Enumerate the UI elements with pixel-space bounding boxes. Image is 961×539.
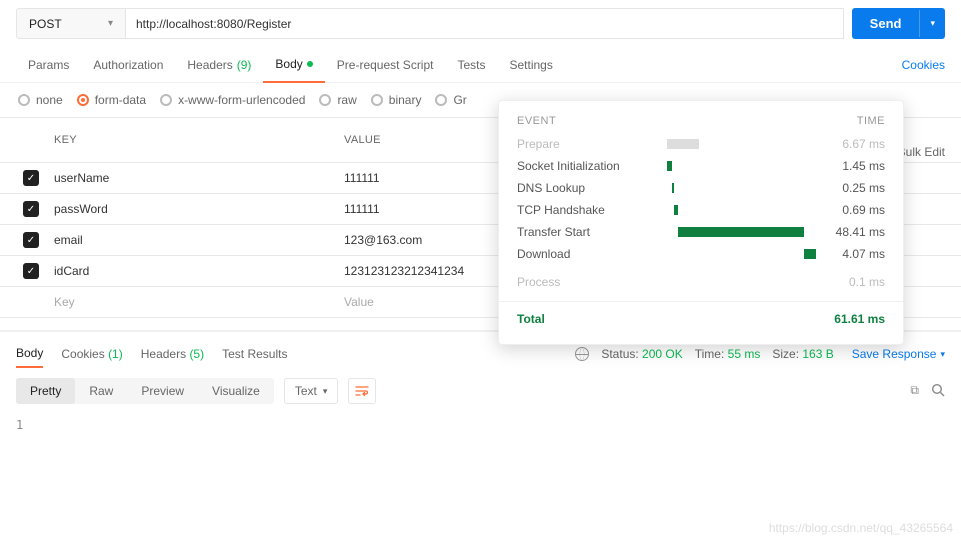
chevron-down-icon: ▾ xyxy=(108,18,113,29)
body-type-none[interactable]: none xyxy=(18,93,63,107)
event-name: DNS Lookup xyxy=(517,181,667,195)
tab-headers[interactable]: Headers (9) xyxy=(175,48,263,82)
chevron-down-icon: ▾ xyxy=(323,386,328,397)
line-number: 1 xyxy=(16,418,23,432)
url-input[interactable] xyxy=(126,8,844,39)
timing-row: Transfer Start 48.41 ms xyxy=(499,221,903,243)
event-name: Transfer Start xyxy=(517,225,667,239)
timing-row: TCP Handshake 0.69 ms xyxy=(499,199,903,221)
radio-selected-icon xyxy=(77,94,89,106)
event-time: 1.45 ms xyxy=(823,159,885,173)
tab-prerequest[interactable]: Pre-request Script xyxy=(325,48,446,82)
status-label: Status: 200 OK xyxy=(601,347,682,361)
dot-icon xyxy=(307,61,313,67)
response-tab-headers[interactable]: Headers (5) xyxy=(141,341,204,367)
key-input[interactable] xyxy=(54,264,332,278)
key-input[interactable] xyxy=(54,171,332,185)
timing-popover: EVENT TIME Prepare 6.67 ms Socket Initiali… xyxy=(498,100,904,345)
search-icon[interactable] xyxy=(931,383,945,400)
timing-row: Prepare 6.67 ms xyxy=(499,133,903,155)
copy-icon[interactable]: ⧉ xyxy=(910,383,919,400)
send-label: Send xyxy=(852,8,920,39)
event-time: 0.25 ms xyxy=(823,181,885,195)
checkbox[interactable]: ✓ xyxy=(23,263,39,279)
format-select[interactable]: Text ▾ xyxy=(284,378,339,404)
timing-row: Download 4.07 ms xyxy=(499,243,903,265)
event-name: Download xyxy=(517,247,667,261)
timing-row: Socket Initialization 1.45 ms xyxy=(499,155,903,177)
radio-icon xyxy=(160,94,172,106)
event-time: 6.67 ms xyxy=(823,137,885,151)
body-type-raw[interactable]: raw xyxy=(319,93,356,107)
event-time: 0.1 ms xyxy=(823,275,885,289)
body-type-xwww[interactable]: x-www-form-urlencoded xyxy=(160,93,305,107)
event-name: Prepare xyxy=(517,137,667,151)
key-input[interactable] xyxy=(54,295,332,309)
body-type-binary[interactable]: binary xyxy=(371,93,422,107)
total-value: 61.61 ms xyxy=(823,312,885,326)
timing-row: Process 0.1 ms xyxy=(499,271,903,293)
response-body[interactable]: 1 xyxy=(0,414,961,436)
view-raw[interactable]: Raw xyxy=(75,378,127,404)
key-header: KEY xyxy=(48,126,338,154)
cookies-link[interactable]: Cookies xyxy=(902,48,945,82)
wrap-lines-button[interactable] xyxy=(348,378,376,404)
checkbox[interactable]: ✓ xyxy=(23,170,39,186)
time-header: TIME xyxy=(857,115,885,127)
chevron-down-icon[interactable]: ▾ xyxy=(919,10,945,37)
globe-icon[interactable] xyxy=(575,347,589,361)
response-tab-body[interactable]: Body xyxy=(16,340,43,368)
event-header: EVENT xyxy=(517,115,556,127)
view-preview[interactable]: Preview xyxy=(127,378,198,404)
bulk-edit-link[interactable]: Bulk Edit xyxy=(898,145,945,159)
view-pretty[interactable]: Pretty xyxy=(16,378,75,404)
radio-icon xyxy=(435,94,447,106)
size-label[interactable]: Size: 163 B xyxy=(772,347,833,361)
key-input[interactable] xyxy=(54,233,332,247)
response-tab-tests[interactable]: Test Results xyxy=(222,341,287,367)
checkbox[interactable]: ✓ xyxy=(23,201,39,217)
event-time: 48.41 ms xyxy=(823,225,885,239)
chevron-down-icon: ▾ xyxy=(940,349,945,360)
body-type-formdata[interactable]: form-data xyxy=(77,93,146,107)
time-label[interactable]: Time: 55 ms xyxy=(695,347,761,361)
radio-icon xyxy=(18,94,30,106)
event-time: 4.07 ms xyxy=(823,247,885,261)
radio-icon xyxy=(371,94,383,106)
timing-row: DNS Lookup 0.25 ms xyxy=(499,177,903,199)
tab-settings[interactable]: Settings xyxy=(498,48,565,82)
total-label: Total xyxy=(517,312,667,326)
watermark: https://blog.csdn.net/qq_43265564 xyxy=(769,521,953,535)
body-type-graphql[interactable]: Gr xyxy=(435,93,466,107)
http-method-select[interactable]: POST ▾ xyxy=(16,8,126,39)
view-visualize[interactable]: Visualize xyxy=(198,378,274,404)
tab-params[interactable]: Params xyxy=(16,48,81,82)
response-tab-cookies[interactable]: Cookies (1) xyxy=(61,341,122,367)
checkbox[interactable]: ✓ xyxy=(23,232,39,248)
event-name: Socket Initialization xyxy=(517,159,667,173)
tab-body[interactable]: Body xyxy=(263,47,324,83)
tab-authorization[interactable]: Authorization xyxy=(81,48,175,82)
event-time: 0.69 ms xyxy=(823,203,885,217)
event-name: Process xyxy=(517,275,667,289)
send-button[interactable]: Send ▾ xyxy=(852,8,945,39)
key-input[interactable] xyxy=(54,202,332,216)
method-value: POST xyxy=(29,17,62,31)
event-name: TCP Handshake xyxy=(517,203,667,217)
tab-tests[interactable]: Tests xyxy=(445,48,497,82)
save-response-button[interactable]: Save Response ▾ xyxy=(852,347,945,361)
radio-icon xyxy=(319,94,331,106)
